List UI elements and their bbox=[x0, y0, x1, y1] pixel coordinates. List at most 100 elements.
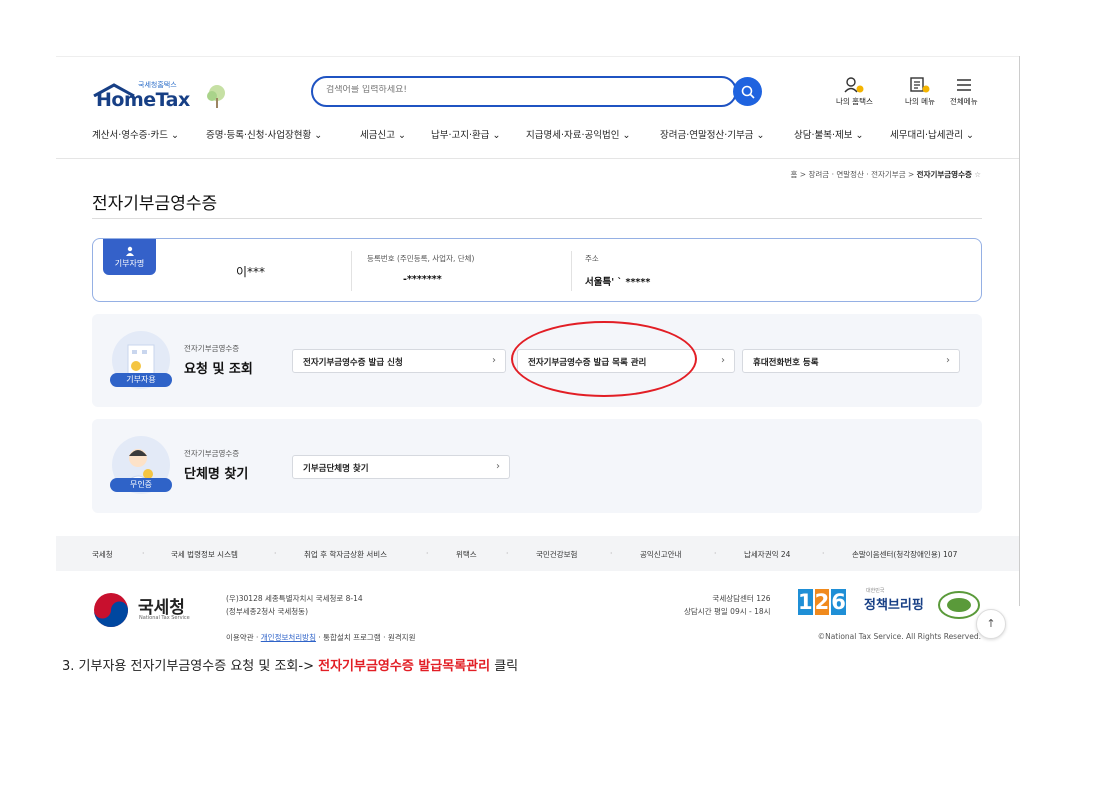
digit-block: 2 bbox=[814, 589, 830, 615]
footer-link[interactable]: 취업 후 학자금상환 서비스 bbox=[304, 549, 387, 560]
footer-link[interactable]: 국민건강보험 bbox=[536, 549, 577, 560]
install-program-link[interactable]: 통합설치 프로그램 bbox=[323, 633, 381, 642]
footer-link[interactable]: 국세 법령정보 시스템 bbox=[171, 549, 238, 560]
digit-block: 1 bbox=[798, 589, 813, 615]
chevron-right-icon: › bbox=[492, 355, 496, 366]
breadcrumb-separator: > bbox=[799, 170, 807, 179]
donor-use-badge: 기부자용 bbox=[110, 373, 172, 387]
footer-link[interactable]: 공익신고안내 bbox=[640, 549, 681, 560]
link-label: 기부금단체명 찾기 bbox=[303, 464, 369, 474]
panel-title: 단체명 찾기 bbox=[184, 467, 249, 482]
separator-dot: · bbox=[610, 549, 613, 558]
privacy-link[interactable]: 개인정보처리방침 bbox=[261, 633, 316, 642]
all-menu-button[interactable]: 전체메뉴 bbox=[950, 76, 978, 107]
breadcrumb-separator: > bbox=[907, 170, 915, 179]
footer-links: 이용약관 · 개인정보처리방침 · 통합설치 프로그램 · 원격지원 bbox=[226, 633, 416, 642]
arrow-up-icon: ↑ bbox=[986, 617, 996, 630]
request-lookup-panel: 기부자용 전자기부금영수증 요청 및 조회 전자기부금영수증 발급 신청 › 전자… bbox=[92, 314, 982, 407]
separator-dot: · bbox=[274, 549, 277, 558]
divider bbox=[351, 251, 352, 291]
separator-dot: · bbox=[822, 549, 825, 558]
nav-item[interactable]: 납부·고지·환급 ⌄ bbox=[431, 127, 500, 141]
footer-nav: 국세청 · 국세 법령정보 시스템 · 취업 후 학자금상환 서비스 · 위택스… bbox=[56, 536, 1019, 571]
logo-brand-text: HomeTax bbox=[96, 89, 190, 111]
chevron-right-icon: › bbox=[721, 355, 725, 366]
nav-divider bbox=[56, 158, 1019, 159]
hometax-screenshot: 국세청홈택스 HomeTax 나의 홈택스 나의 메뉴 전체메뉴 계산서·영수증… bbox=[56, 56, 1019, 646]
nav-item[interactable]: 세무대리·납세관리 ⌄ bbox=[890, 127, 974, 141]
search-icon bbox=[741, 85, 755, 99]
call-center-info: 국세상담센터 126 상담시간 평일 09시 - 18시 bbox=[684, 592, 771, 618]
chevron-right-icon: › bbox=[946, 355, 950, 366]
separator-dot: · bbox=[506, 549, 509, 558]
search-button[interactable] bbox=[733, 77, 762, 106]
reg-number-value: -******* bbox=[403, 274, 442, 285]
breadcrumb-path[interactable]: 장려금 · 연말정산 · 전자기부금 bbox=[808, 170, 905, 179]
policy-briefing-logo[interactable]: 대한민국 정책브리핑 bbox=[864, 587, 924, 613]
search-bar[interactable] bbox=[311, 76, 737, 107]
find-organization-button[interactable]: 기부금단체명 찾기 › bbox=[292, 455, 510, 479]
nts-logo[interactable]: 국세청 National Tax Service bbox=[92, 591, 190, 633]
call-center-hours: 상담시간 평일 09시 - 18시 bbox=[684, 607, 771, 616]
panel-title: 요청 및 조회 bbox=[184, 362, 253, 377]
my-hometax-button[interactable]: 나의 홈택스 bbox=[836, 76, 873, 107]
footer-link[interactable]: 손말이음센터(청각장애인용) 107 bbox=[852, 549, 957, 560]
star-icon[interactable]: ☆ bbox=[974, 170, 981, 179]
nav-item[interactable]: 세금신고 ⌄ bbox=[360, 127, 406, 141]
remote-support-link[interactable]: 원격지원 bbox=[388, 633, 416, 642]
donor-tag: 기부자명 bbox=[103, 239, 156, 275]
address-value: 서울특' ` ***** bbox=[585, 277, 651, 288]
donor-name: 이*** bbox=[236, 265, 266, 279]
issue-list-management-button[interactable]: 전자기부금영수증 발급 목록 관리 › bbox=[517, 349, 735, 373]
copyright: ©National Tax Service. All Rights Reserv… bbox=[817, 632, 981, 641]
address-label: 주소 bbox=[585, 254, 599, 263]
wa-mark-icon bbox=[938, 591, 980, 619]
brief-text: 정책브리핑 bbox=[864, 598, 924, 613]
util-label: 나의 홈택스 bbox=[836, 97, 873, 106]
wa-accessibility-mark[interactable] bbox=[936, 590, 982, 620]
page-title: 전자기부금영수증 bbox=[92, 194, 218, 214]
link-label: 전자기부금영수증 발급 신청 bbox=[303, 358, 403, 368]
caption-text: 3. 기부자용 전자기부금영수증 요청 및 조회-> bbox=[62, 659, 314, 674]
separator-dot: · bbox=[142, 549, 145, 558]
call-center-number: 국세상담센터 126 bbox=[712, 594, 771, 603]
issue-request-button[interactable]: 전자기부금영수증 발급 신청 › bbox=[292, 349, 506, 373]
scroll-to-top-button[interactable]: ↑ bbox=[976, 609, 1006, 639]
nav-item[interactable]: 장려금·연말정산·기부금 ⌄ bbox=[660, 127, 764, 141]
screenshot-edge-line bbox=[1019, 56, 1020, 606]
separator-dot: · bbox=[714, 549, 717, 558]
my-menu-button[interactable]: 나의 메뉴 bbox=[905, 76, 935, 107]
caption-text: 클릭 bbox=[494, 659, 519, 674]
instruction-caption: 3. 기부자용 전자기부금영수증 요청 및 조회-> 전자기부금영수증 발급목록… bbox=[62, 655, 518, 674]
nav-item[interactable]: 지급명세·자료·공익법인 ⌄ bbox=[526, 127, 630, 141]
chevron-right-icon: › bbox=[496, 461, 500, 472]
footer-link[interactable]: 납세자권익 24 bbox=[744, 549, 790, 560]
search-input[interactable] bbox=[326, 85, 706, 95]
hamburger-menu-icon bbox=[956, 79, 971, 91]
tree-icon bbox=[207, 85, 225, 108]
breadcrumb-current: 전자기부금영수증 bbox=[916, 170, 972, 179]
call-126-badge[interactable]: 1 2 6 bbox=[798, 589, 846, 615]
donor-info-box: 기부자명 이*** 등록번호 (주민등록, 사업자, 단체) -******* … bbox=[92, 238, 982, 302]
breadcrumb-home[interactable]: 홈 bbox=[791, 170, 798, 179]
footer-link[interactable]: 국세청 bbox=[92, 549, 113, 560]
util-label: 전체메뉴 bbox=[950, 97, 978, 106]
footer-link[interactable]: 위택스 bbox=[456, 549, 477, 560]
breadcrumb: 홈 > 장려금 · 연말정산 · 전자기부금 > 전자기부금영수증 ☆ bbox=[791, 169, 982, 180]
nav-item[interactable]: 증명·등록·신청·사업장현황 ⌄ bbox=[206, 127, 322, 141]
title-divider bbox=[92, 218, 982, 219]
link-label: 휴대전화번호 등록 bbox=[753, 358, 819, 368]
divider bbox=[571, 251, 572, 291]
no-auth-badge: 무인증 bbox=[110, 478, 172, 492]
link-label: 전자기부금영수증 발급 목록 관리 bbox=[528, 358, 647, 368]
terms-link[interactable]: 이용약관 bbox=[226, 633, 254, 642]
nav-item[interactable]: 계산서·영수증·카드 ⌄ bbox=[92, 127, 179, 141]
mobile-registration-button[interactable]: 휴대전화번호 등록 › bbox=[742, 349, 960, 373]
hometax-logo[interactable]: 국세청홈택스 HomeTax bbox=[92, 77, 232, 113]
main-nav: 계산서·영수증·카드 ⌄ 증명·등록·신청·사업장현황 ⌄ 세금신고 ⌄ 납부·… bbox=[92, 127, 992, 145]
find-organization-panel: 무인증 전자기부금영수증 단체명 찾기 기부금단체명 찾기 › bbox=[92, 419, 982, 513]
brief-small-text: 대한민국 bbox=[866, 588, 885, 594]
nav-item[interactable]: 상담·불복·제보 ⌄ bbox=[794, 127, 863, 141]
person-icon bbox=[125, 246, 134, 256]
digit-block: 6 bbox=[831, 589, 846, 615]
